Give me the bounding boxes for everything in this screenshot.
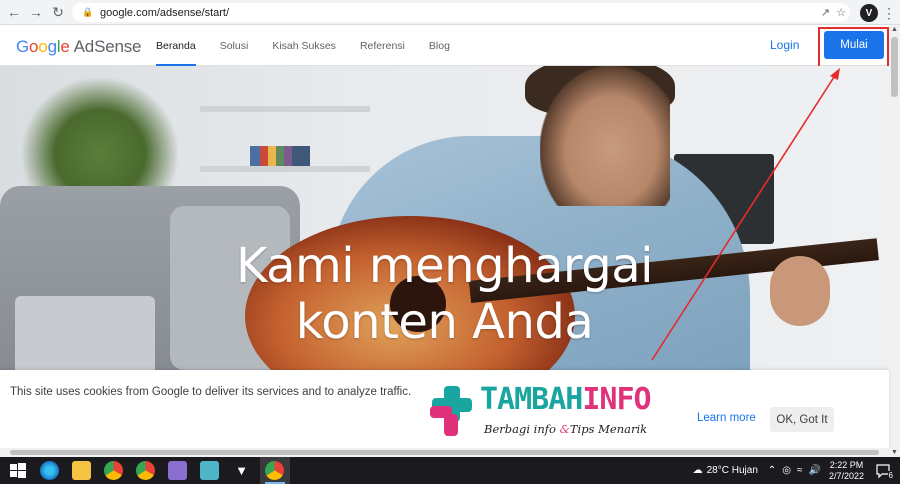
vertical-scrollbar[interactable]: ▲ ▼ [889, 25, 900, 457]
shelf-decor [200, 106, 370, 112]
clock-time: 2:22 PM [829, 459, 864, 470]
horizontal-scroll-thumb[interactable] [10, 450, 879, 455]
app-purple-icon[interactable] [168, 461, 187, 480]
tambahinfo-watermark: TAMBAHINFO Berbagi info &Tips Menarik [428, 382, 668, 442]
fox-app-icon[interactable]: ▼ [232, 461, 251, 480]
system-tray: ☁ 28°C Hujan ⌃ ◎ ≈ 🔊 2:22 PM 2/7/2022 6 [693, 457, 900, 484]
nav-item-blog[interactable]: Blog [429, 25, 450, 66]
chrome-icon[interactable] [104, 461, 123, 480]
omnibox-actions: ↗ ☆ [821, 3, 846, 22]
windows-taskbar: ▼ ☁ 28°C Hujan ⌃ ◎ ≈ 🔊 2:22 PM 2/7/2022 … [0, 457, 900, 484]
nav-item-solusi[interactable]: Solusi [220, 25, 249, 66]
hero-title-line2: konten Anda [295, 294, 594, 350]
hero-title-line1: Kami menghargai [235, 238, 654, 294]
horizontal-scrollbar[interactable] [0, 448, 889, 457]
clock[interactable]: 2:22 PM 2/7/2022 [829, 460, 864, 482]
nav-item-kisah-sukses[interactable]: Kisah Sukses [272, 25, 336, 66]
nav-item-referensi[interactable]: Referensi [360, 25, 405, 66]
main-nav: Beranda Solusi Kisah Sukses Referensi Bl… [156, 25, 474, 66]
nav-item-beranda[interactable]: Beranda [156, 25, 196, 66]
weather-text[interactable]: 28°C Hujan [707, 465, 758, 476]
watermark-sub-part1: Berbagi info [484, 422, 560, 436]
share-icon[interactable]: ↗ [821, 6, 830, 19]
adsense-logo[interactable]: Google AdSense [16, 37, 141, 57]
plus-logo-icon [430, 386, 472, 436]
reload-icon[interactable]: ↻ [47, 1, 69, 23]
site-header: Google AdSense Beranda Solusi Kisah Sukse… [0, 25, 889, 66]
back-icon[interactable]: ← [3, 1, 25, 23]
wifi-icon[interactable]: ≈ [797, 465, 803, 476]
watermark-title-part2: INFO [582, 382, 651, 417]
chrome-active-icon[interactable] [265, 461, 284, 480]
shelf-decor-lower [200, 166, 370, 172]
forward-icon[interactable]: → [25, 1, 47, 23]
hero-title: Kami menghargai konten Anda [0, 238, 889, 350]
watermark-subtitle: Berbagi info &Tips Menarik [484, 422, 647, 436]
notification-center-icon[interactable]: 6 [874, 462, 894, 480]
browser-toolbar: ← → ↻ 🔒 google.com/adsense/start/ ↗ ☆ V … [0, 0, 900, 25]
more-menu-icon[interactable]: ⋮ [882, 5, 896, 22]
url-text: google.com/adsense/start/ [100, 6, 230, 19]
ok-got-it-button[interactable]: OK, Got It [770, 407, 834, 432]
product-name: AdSense [73, 37, 142, 56]
network-icon[interactable]: ◎ [782, 465, 791, 476]
learn-more-link[interactable]: Learn more [697, 412, 756, 424]
scroll-up-arrow-icon[interactable]: ▲ [891, 26, 898, 33]
highlight-box [818, 27, 889, 68]
scroll-down-arrow-icon[interactable]: ▼ [891, 449, 898, 456]
clock-date: 2/7/2022 [828, 470, 864, 481]
chevron-up-icon[interactable]: ⌃ [768, 465, 776, 476]
notification-count: 6 [887, 470, 894, 480]
edge-icon[interactable] [40, 461, 59, 480]
watermark-title-part1: TAMBAH [480, 382, 583, 417]
profile-avatar[interactable]: V [860, 4, 878, 22]
lock-icon: 🔒 [82, 7, 94, 17]
watermark-sub-amp: & [559, 422, 570, 436]
watermark-sub-part2: Tips Menarik [569, 422, 648, 436]
screenshot-root: ← → ↻ 🔒 google.com/adsense/start/ ↗ ☆ V … [0, 0, 900, 484]
address-bar[interactable]: 🔒 google.com/adsense/start/ ↗ ☆ [72, 3, 850, 22]
weather-cloud-icon[interactable]: ☁ [693, 465, 703, 476]
windows-start-icon[interactable] [8, 461, 27, 480]
google-wordmark: Google [16, 37, 70, 56]
cookie-message: This site uses cookies from Google to de… [10, 386, 412, 398]
login-link[interactable]: Login [770, 38, 799, 52]
chrome-profile-icon[interactable] [136, 461, 155, 480]
file-explorer-icon[interactable] [72, 461, 91, 480]
toolbar-right: V ⋮ [860, 2, 896, 24]
volume-icon[interactable]: 🔊 [809, 465, 821, 476]
hero-banner: Kami menghargai konten Anda [0, 66, 889, 370]
scroll-thumb[interactable] [891, 37, 898, 97]
notes-app-icon[interactable] [200, 461, 219, 480]
books-decor [250, 146, 310, 166]
watermark-title: TAMBAHINFO [480, 382, 652, 417]
person-head [540, 66, 670, 206]
bookmark-star-icon[interactable]: ☆ [836, 6, 846, 19]
